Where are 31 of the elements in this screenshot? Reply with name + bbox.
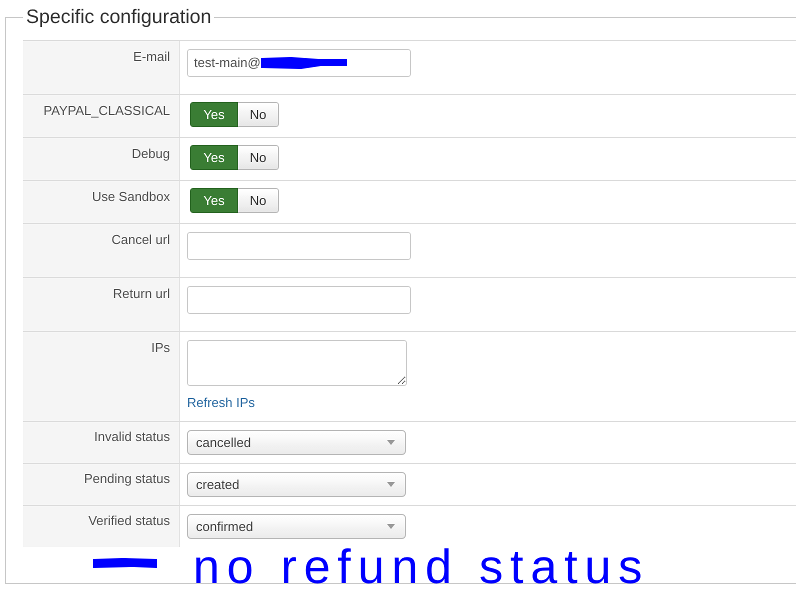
caret-icon [387, 524, 395, 529]
field-label: Invalid status [23, 422, 180, 463]
dropdown[interactable]: created [187, 472, 406, 497]
field-label: Verified status [23, 506, 180, 547]
section-title: Specific configuration [25, 6, 212, 28]
field-label: Return url [23, 278, 180, 331]
refresh-ips-link[interactable]: Refresh IPs [187, 395, 255, 410]
toggle-option[interactable]: Yes [190, 188, 238, 213]
toggle-option[interactable]: No [238, 145, 279, 170]
handwritten-note: no refund status [193, 540, 650, 596]
text-field[interactable] [187, 286, 411, 314]
caret-icon [387, 482, 395, 487]
toggle-option[interactable]: Yes [190, 145, 238, 170]
field-label: Use Sandbox [23, 181, 180, 223]
field-label: E-mail [23, 41, 180, 94]
dash-icon [93, 558, 157, 569]
scribble-icon [260, 56, 347, 70]
dropdown[interactable]: cancelled [187, 430, 406, 455]
toggle-option[interactable]: No [238, 188, 279, 213]
field-label: Debug [23, 138, 180, 180]
field-label: PAYPAL_CLASSICAL [23, 95, 180, 137]
field-label: Cancel url [23, 224, 180, 277]
field-label: Pending status [23, 464, 180, 505]
dropdown[interactable]: confirmed [187, 514, 406, 539]
toggle-option[interactable]: Yes [190, 102, 238, 127]
toggle-option[interactable]: No [238, 102, 279, 127]
caret-icon [387, 440, 395, 445]
text-field[interactable] [187, 232, 411, 260]
text-area[interactable] [187, 340, 407, 386]
text-field[interactable]: test-main@ [187, 49, 411, 77]
field-label: IPs [23, 332, 180, 421]
